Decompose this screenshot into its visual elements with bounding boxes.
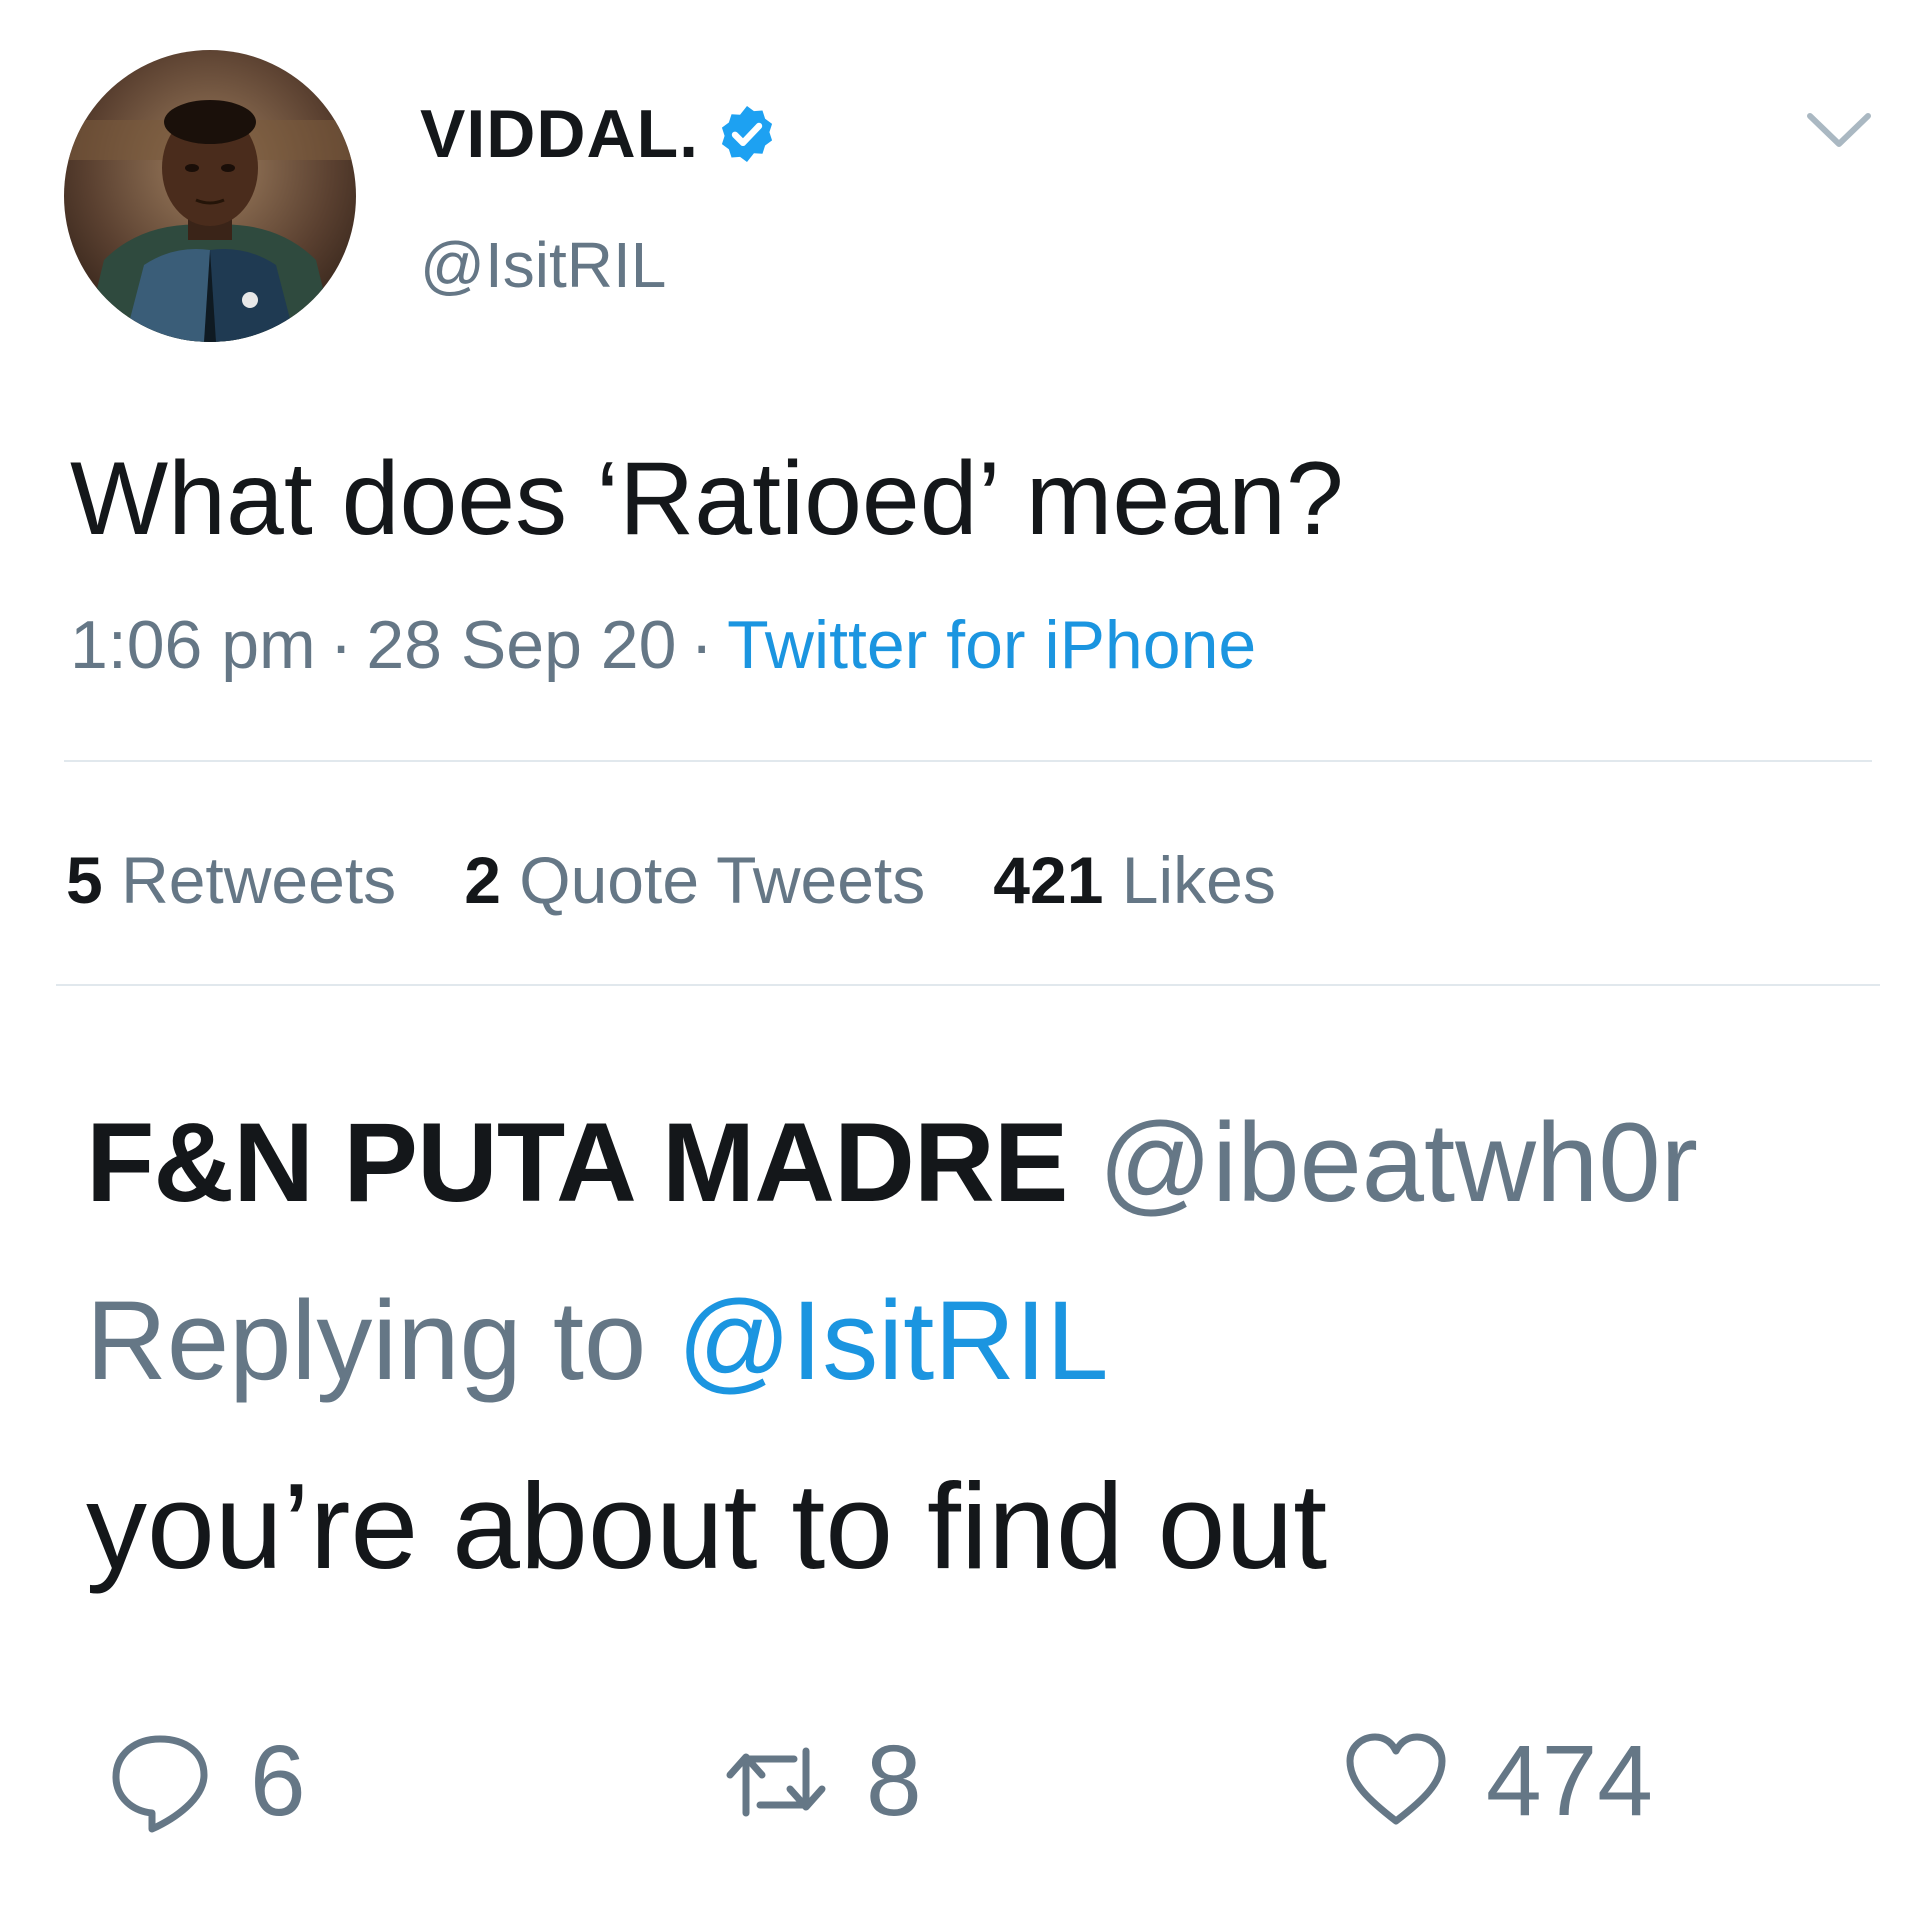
- replying-to-line: Replying to @IsitRIL: [86, 1276, 1109, 1405]
- retweet-count: 8: [866, 1724, 922, 1837]
- replying-to-mention[interactable]: @IsitRIL: [677, 1278, 1108, 1403]
- author-handle[interactable]: @IsitRIL: [420, 228, 666, 302]
- likes-count: 421: [993, 843, 1104, 917]
- tweet-source-link[interactable]: Twitter for iPhone: [727, 607, 1256, 683]
- author-name-row: VIDDAL.: [420, 94, 779, 174]
- like-count: 474: [1486, 1724, 1653, 1837]
- meta-separator: ·: [690, 607, 714, 683]
- reply-text: you’re about to find out: [86, 1458, 1328, 1594]
- reply-button[interactable]: 6: [104, 1716, 306, 1846]
- reply-author-handle[interactable]: @ibeatwh0r: [1099, 1100, 1698, 1225]
- tweet-date[interactable]: 28 Sep 20: [366, 607, 676, 683]
- heart-icon: [1346, 1733, 1446, 1825]
- reply-actions: 6 8 474: [0, 1716, 1920, 1846]
- tweet-time[interactable]: 1:06 pm: [70, 607, 316, 683]
- retweets-count: 5: [66, 843, 103, 917]
- replying-to-label: Replying to: [86, 1278, 647, 1403]
- reply-author-name[interactable]: F&N PUTA MADRE: [86, 1100, 1068, 1225]
- retweet-icon: [726, 1747, 826, 1817]
- divider: [64, 760, 1872, 762]
- quote-tweets-label: Quote Tweets: [519, 843, 926, 917]
- retweet-button[interactable]: 8: [720, 1716, 922, 1846]
- author-avatar[interactable]: [64, 50, 356, 342]
- retweets-label: Retweets: [121, 843, 397, 917]
- avatar-photo: [64, 50, 356, 342]
- tweet-stats: 5 Retweets 2 Quote Tweets 421 Likes: [66, 842, 1344, 918]
- chevron-down-icon[interactable]: [1804, 108, 1874, 152]
- quote-tweets-stat[interactable]: 2 Quote Tweets: [464, 842, 925, 918]
- meta-separator: ·: [329, 607, 353, 683]
- like-button[interactable]: 474: [1340, 1716, 1653, 1846]
- quote-tweets-count: 2: [464, 843, 501, 917]
- tweet-text: What does ‘Ratioed’ mean?: [70, 441, 1344, 557]
- retweets-stat[interactable]: 5 Retweets: [66, 842, 396, 918]
- verified-badge-icon: [721, 106, 773, 162]
- reply-count: 6: [250, 1724, 306, 1837]
- reply-icon: [112, 1735, 208, 1833]
- author-display-name[interactable]: VIDDAL.: [420, 95, 699, 173]
- divider: [56, 984, 1880, 986]
- likes-label: Likes: [1121, 843, 1276, 917]
- tweet-metadata: 1:06 pm · 28 Sep 20 · Twitter for iPhone: [70, 606, 1256, 684]
- likes-stat[interactable]: 421 Likes: [993, 842, 1276, 918]
- reply-author-row: F&N PUTA MADRE @ibeatwh0r: [86, 1098, 1698, 1227]
